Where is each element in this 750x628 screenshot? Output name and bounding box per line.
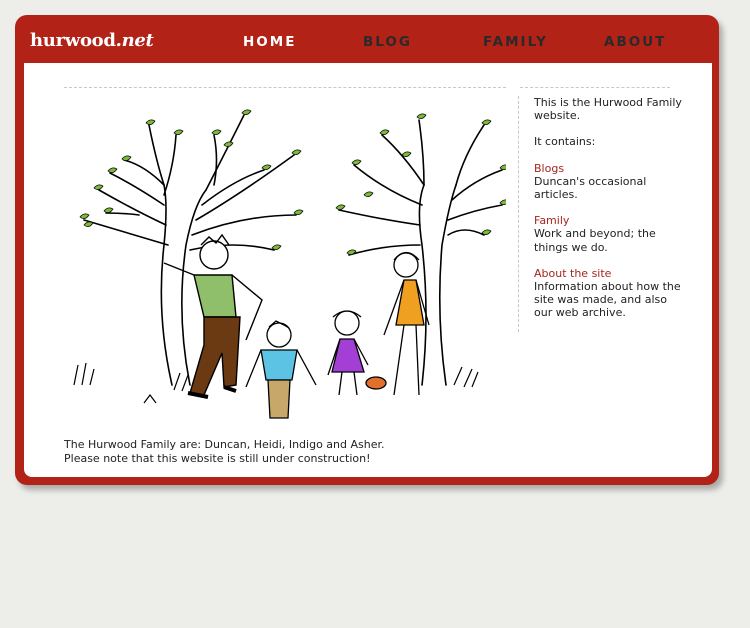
father-figure [163, 233, 263, 399]
family-link[interactable]: Family [534, 214, 684, 227]
divider [64, 87, 506, 88]
family-drawing [73, 109, 506, 419]
sidebar-intro: This is the Hurwood Family website. [534, 96, 682, 123]
divider [520, 87, 670, 88]
about-link[interactable]: About the site [534, 267, 684, 280]
nav-home[interactable]: HOME [243, 34, 296, 50]
sidebar-section-family: Family Work and beyond; the things we do… [534, 214, 684, 254]
boy-figure [245, 320, 317, 419]
caption-line: Please note that this website is still u… [64, 451, 371, 465]
about-description: Information about how the site was made,… [534, 280, 681, 320]
nav-about[interactable]: ABOUT [604, 34, 666, 50]
right-tree [338, 119, 503, 386]
girl-figure [327, 310, 387, 396]
caption-line: The Hurwood Family are: Duncan, Heidi, I… [64, 438, 385, 451]
mother-figure [383, 251, 430, 396]
nav-blog[interactable]: BLOG [363, 34, 412, 50]
intro-caption: The Hurwood Family are: Duncan, Heidi, I… [64, 438, 504, 465]
sidebar-contains: It contains: [534, 135, 596, 149]
sidebar: This is the Hurwood Family website. It c… [534, 96, 684, 333]
sidebar-section-about: About the site Information about how the… [534, 267, 684, 320]
left-tree [83, 114, 297, 386]
main-nav: HOME BLOG FAMILY ABOUT [0, 34, 750, 54]
sidebar-divider [518, 96, 519, 332]
family-description: Work and beyond; the things we do. [534, 227, 656, 254]
sidebar-section-blogs: Blogs Duncan's occasional articles. [534, 162, 684, 202]
nav-family[interactable]: FAMILY [483, 34, 548, 50]
blogs-link[interactable]: Blogs [534, 162, 684, 175]
blogs-description: Duncan's occasional articles. [534, 174, 647, 202]
